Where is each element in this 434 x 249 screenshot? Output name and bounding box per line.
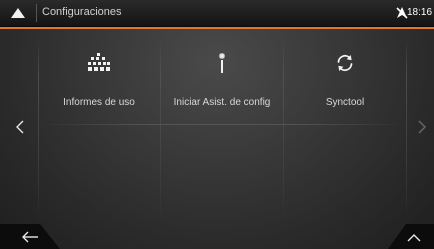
- sync-icon: [337, 54, 353, 72]
- menu-triangle-icon: [11, 8, 25, 18]
- usage-dots-icon: [88, 53, 110, 71]
- back-button[interactable]: [0, 224, 62, 249]
- clock: 18:16: [407, 7, 433, 18]
- menu-button[interactable]: [0, 0, 36, 26]
- tile-label: Iniciar Asist. de config: [173, 97, 271, 108]
- magic-wand-icon: [219, 53, 225, 73]
- grid-divider-horizontal: [38, 124, 406, 125]
- accent-line: [0, 27, 434, 29]
- up-button[interactable]: [386, 224, 434, 249]
- tile-synctool[interactable]: Synctool: [284, 38, 406, 124]
- chevron-left-icon: [16, 120, 24, 134]
- title-separator: [36, 4, 37, 22]
- top-bar: Configuraciones 18:16: [0, 0, 434, 27]
- previous-page-button[interactable]: [8, 113, 32, 141]
- settings-screen: Configuraciones 18:16 Informes de uso In…: [0, 0, 434, 249]
- page-title: Configuraciones: [42, 6, 122, 18]
- tile-label: Synctool: [325, 97, 365, 108]
- tile-iniciar-asistente[interactable]: Iniciar Asist. de config: [161, 38, 283, 124]
- grid-divider: [406, 38, 407, 222]
- chevron-right-icon: [418, 120, 426, 134]
- next-page-button[interactable]: [410, 113, 434, 141]
- up-button-shape: [388, 224, 434, 249]
- tile-informes-de-uso[interactable]: Informes de uso: [38, 38, 160, 124]
- tile-label: Informes de uso: [63, 97, 135, 108]
- back-button-shape: [0, 224, 60, 249]
